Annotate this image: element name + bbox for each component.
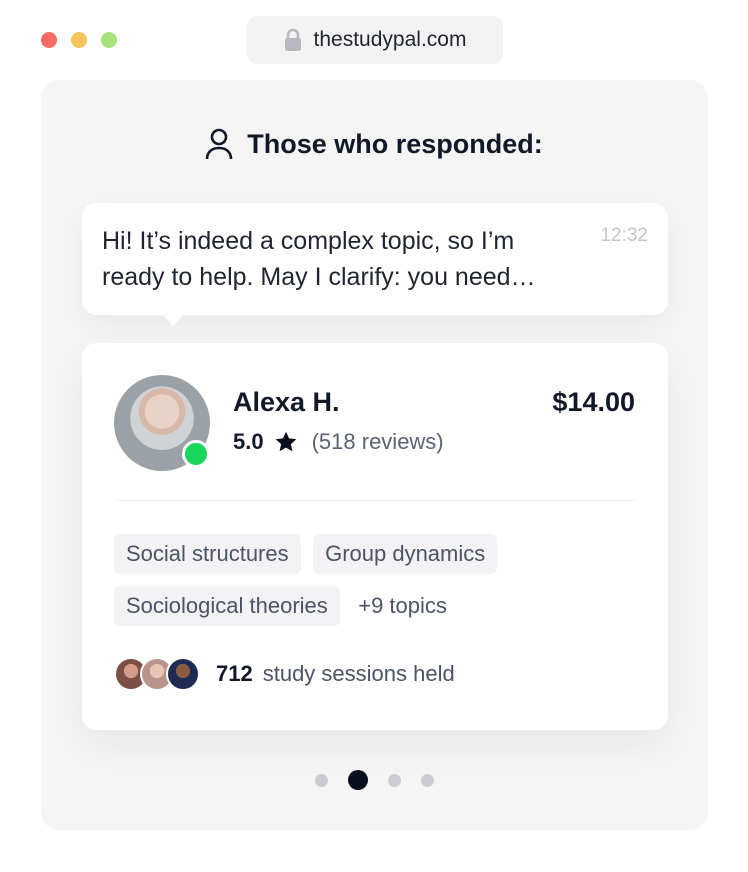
- tutor-card[interactable]: Alexa H. $14.00 5.0 (518 reviews) Social…: [82, 343, 668, 730]
- topic-tag[interactable]: Group dynamics: [313, 534, 498, 574]
- more-topics-link[interactable]: +9 topics: [358, 586, 447, 626]
- star-icon: [274, 430, 298, 454]
- divider: [114, 500, 636, 501]
- section-title: Those who responded:: [247, 128, 543, 159]
- pagination: [0, 770, 748, 790]
- sessions-count: 712: [216, 661, 253, 686]
- message-time: 12:32: [600, 225, 648, 246]
- rating-value: 5.0: [233, 429, 264, 454]
- reviews-count[interactable]: (518 reviews): [312, 429, 444, 455]
- student-avatar: [166, 657, 200, 691]
- message-bubble-tail: [161, 313, 185, 326]
- tutor-rating: 5.0 (518 reviews): [233, 429, 444, 455]
- topic-tag[interactable]: Sociological theories: [114, 586, 340, 626]
- pagination-dot-4[interactable]: [420, 773, 434, 787]
- pagination-dot-3[interactable]: [387, 773, 401, 787]
- topic-tag[interactable]: Social structures: [114, 534, 301, 574]
- tutor-price: $14.00: [552, 387, 635, 417]
- message-text: Hi! It’s indeed a complex topic, so I’m …: [102, 227, 536, 291]
- window-maximize-button[interactable]: [101, 32, 117, 48]
- message-bubble[interactable]: Hi! It’s indeed a complex topic, so I’m …: [82, 203, 668, 315]
- window-minimize-button[interactable]: [71, 32, 87, 48]
- address-bar[interactable]: thestudypal.com: [247, 16, 503, 64]
- online-status-indicator: [182, 440, 210, 468]
- tutor-name: Alexa H.: [233, 387, 340, 417]
- url-text: thestudypal.com: [313, 28, 467, 51]
- user-icon: [205, 128, 233, 160]
- section-heading: Those who responded:: [0, 128, 748, 160]
- window-close-button[interactable]: [41, 32, 57, 48]
- pagination-dot-2[interactable]: [347, 770, 368, 790]
- sessions-label: study sessions held: [262, 661, 455, 686]
- topic-tags: Social structures Group dynamics Sociolo…: [114, 534, 634, 638]
- study-sessions: 712 study sessions held: [114, 657, 455, 691]
- lock-icon: [284, 28, 302, 52]
- pagination-dot-1[interactable]: [314, 773, 328, 787]
